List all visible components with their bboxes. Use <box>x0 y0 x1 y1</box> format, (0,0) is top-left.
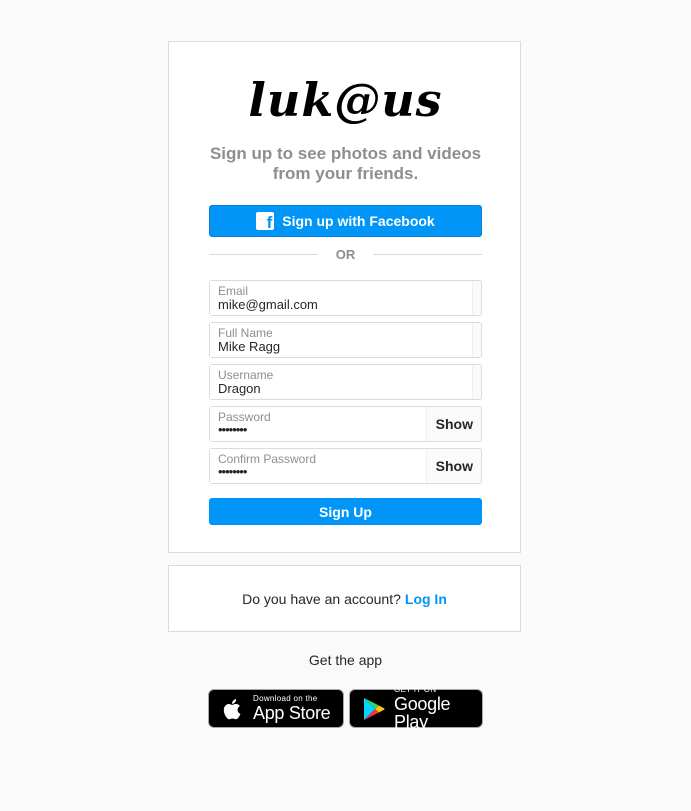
or-divider: OR <box>209 246 482 262</box>
username-input[interactable] <box>218 381 448 396</box>
facebook-signup-label: Sign up with Facebook <box>282 213 435 229</box>
brand-logo: luk@us <box>248 73 443 127</box>
or-text: OR <box>335 246 356 262</box>
google-play-badge[interactable]: GET IT ON Google Play <box>349 685 483 732</box>
signup-page: luk@us Sign up to see photos and videos … <box>0 0 691 811</box>
password-input[interactable]: •••••••• <box>218 422 247 437</box>
google-play-big-text: Google Play <box>394 694 451 732</box>
password-field[interactable]: Password •••••••• Show <box>209 406 482 442</box>
sign-up-button[interactable]: Sign Up <box>209 498 482 525</box>
email-label: Email <box>218 284 249 298</box>
divider-line-left <box>209 253 318 255</box>
get-app-label: Get the app <box>308 652 383 668</box>
app-store-badge[interactable]: Download on the App Store <box>208 689 344 728</box>
full-name-label: Full Name <box>218 326 273 340</box>
app-store-big-text: App Store <box>253 703 331 723</box>
google-play-small-text: GET IT ON <box>394 685 437 694</box>
full-name-input[interactable] <box>218 339 448 354</box>
full-name-field[interactable]: Full Name <box>209 322 482 358</box>
login-prompt-card: Do you have an account? Log In <box>168 565 521 632</box>
google-play-icon <box>364 697 385 720</box>
password-show-toggle[interactable]: Show <box>436 416 473 432</box>
apple-icon <box>223 698 241 719</box>
username-label: Username <box>218 368 274 382</box>
confirm-password-field[interactable]: Confirm Password •••••••• Show <box>209 448 482 484</box>
log-in-link[interactable]: Log In <box>405 591 447 607</box>
signup-tagline: Sign up to see photos and videos from yo… <box>209 144 482 183</box>
app-store-small-text: Download on the <box>253 694 318 703</box>
email-field[interactable]: Email <box>209 280 482 316</box>
divider-line-right <box>373 253 482 255</box>
login-prompt-text: Do you have an account? <box>242 590 401 607</box>
facebook-signup-button[interactable]: f Sign up with Facebook <box>209 205 482 237</box>
username-field[interactable]: Username <box>209 364 482 400</box>
confirm-password-show-toggle[interactable]: Show <box>436 458 473 474</box>
facebook-icon: f <box>256 212 275 230</box>
email-input[interactable] <box>218 297 448 312</box>
confirm-password-input[interactable]: •••••••• <box>218 464 247 479</box>
